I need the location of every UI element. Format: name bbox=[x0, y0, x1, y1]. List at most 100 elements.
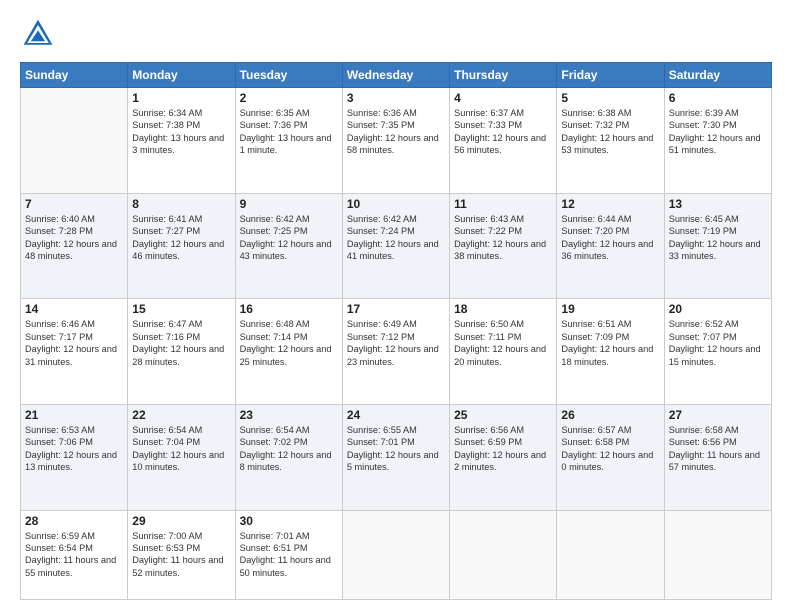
cell-content: Sunrise: 6:39 AMSunset: 7:30 PMDaylight:… bbox=[669, 107, 767, 157]
calendar-week-1: 1 Sunrise: 6:34 AMSunset: 7:38 PMDaylight… bbox=[21, 88, 772, 194]
day-number: 29 bbox=[132, 514, 230, 528]
day-number: 1 bbox=[132, 91, 230, 105]
day-number: 10 bbox=[347, 197, 445, 211]
cell-content: Sunrise: 6:37 AMSunset: 7:33 PMDaylight:… bbox=[454, 107, 552, 157]
calendar-cell: 18 Sunrise: 6:50 AMSunset: 7:11 PMDayligh… bbox=[450, 299, 557, 405]
day-number: 13 bbox=[669, 197, 767, 211]
day-number: 26 bbox=[561, 408, 659, 422]
day-number: 15 bbox=[132, 302, 230, 316]
calendar-cell: 21 Sunrise: 6:53 AMSunset: 7:06 PMDayligh… bbox=[21, 404, 128, 510]
calendar-week-4: 21 Sunrise: 6:53 AMSunset: 7:06 PMDayligh… bbox=[21, 404, 772, 510]
weekday-header-tuesday: Tuesday bbox=[235, 63, 342, 88]
day-number: 8 bbox=[132, 197, 230, 211]
calendar-cell: 11 Sunrise: 6:43 AMSunset: 7:22 PMDayligh… bbox=[450, 193, 557, 299]
weekday-header-friday: Friday bbox=[557, 63, 664, 88]
calendar-week-3: 14Sunrise: 6:46 AMSunset: 7:17 PMDayligh… bbox=[21, 299, 772, 405]
calendar-cell: 22 Sunrise: 6:54 AMSunset: 7:04 PMDayligh… bbox=[128, 404, 235, 510]
cell-content: Sunrise: 6:43 AMSunset: 7:22 PMDaylight:… bbox=[454, 213, 552, 263]
calendar-cell: 4 Sunrise: 6:37 AMSunset: 7:33 PMDaylight… bbox=[450, 88, 557, 194]
day-number: 18 bbox=[454, 302, 552, 316]
calendar-cell: 19 Sunrise: 6:51 AMSunset: 7:09 PMDayligh… bbox=[557, 299, 664, 405]
day-number: 23 bbox=[240, 408, 338, 422]
day-number: 7 bbox=[25, 197, 123, 211]
day-number: 3 bbox=[347, 91, 445, 105]
calendar-cell: 12Sunrise: 6:44 AMSunset: 7:20 PMDayligh… bbox=[557, 193, 664, 299]
day-number: 21 bbox=[25, 408, 123, 422]
day-number: 5 bbox=[561, 91, 659, 105]
cell-content: Sunrise: 6:58 AMSunset: 6:56 PMDaylight:… bbox=[669, 424, 767, 474]
cell-content: Sunrise: 6:45 AMSunset: 7:19 PMDaylight:… bbox=[669, 213, 767, 263]
calendar-table: SundayMondayTuesdayWednesdayThursdayFrid… bbox=[20, 62, 772, 600]
header-row: SundayMondayTuesdayWednesdayThursdayFrid… bbox=[21, 63, 772, 88]
calendar-cell: 25 Sunrise: 6:56 AMSunset: 6:59 PMDayligh… bbox=[450, 404, 557, 510]
weekday-header-wednesday: Wednesday bbox=[342, 63, 449, 88]
header bbox=[20, 16, 772, 52]
calendar-cell bbox=[342, 510, 449, 599]
calendar-cell bbox=[664, 510, 771, 599]
cell-content: Sunrise: 6:42 AMSunset: 7:24 PMDaylight:… bbox=[347, 213, 445, 263]
cell-content: Sunrise: 6:56 AMSunset: 6:59 PMDaylight:… bbox=[454, 424, 552, 474]
calendar-cell: 26 Sunrise: 6:57 AMSunset: 6:58 PMDayligh… bbox=[557, 404, 664, 510]
logo-icon bbox=[20, 16, 56, 52]
calendar-cell: 6 Sunrise: 6:39 AMSunset: 7:30 PMDaylight… bbox=[664, 88, 771, 194]
cell-content: Sunrise: 6:41 AMSunset: 7:27 PMDaylight:… bbox=[132, 213, 230, 263]
calendar-cell: 16 Sunrise: 6:48 AMSunset: 7:14 PMDayligh… bbox=[235, 299, 342, 405]
calendar-cell: 5 Sunrise: 6:38 AMSunset: 7:32 PMDaylight… bbox=[557, 88, 664, 194]
day-number: 27 bbox=[669, 408, 767, 422]
calendar-cell: 20Sunrise: 6:52 AMSunset: 7:07 PMDayligh… bbox=[664, 299, 771, 405]
page: SundayMondayTuesdayWednesdayThursdayFrid… bbox=[0, 0, 792, 612]
cell-content: Sunrise: 7:01 AMSunset: 6:51 PMDaylight:… bbox=[240, 530, 338, 580]
cell-content: Sunrise: 6:36 AMSunset: 7:35 PMDaylight:… bbox=[347, 107, 445, 157]
calendar-cell: 13 Sunrise: 6:45 AMSunset: 7:19 PMDayligh… bbox=[664, 193, 771, 299]
cell-content: Sunrise: 6:34 AMSunset: 7:38 PMDaylight:… bbox=[132, 107, 230, 157]
cell-content: Sunrise: 6:42 AMSunset: 7:25 PMDaylight:… bbox=[240, 213, 338, 263]
day-number: 11 bbox=[454, 197, 552, 211]
day-number: 6 bbox=[669, 91, 767, 105]
day-number: 4 bbox=[454, 91, 552, 105]
cell-content: Sunrise: 6:55 AMSunset: 7:01 PMDaylight:… bbox=[347, 424, 445, 474]
calendar-week-5: 28Sunrise: 6:59 AMSunset: 6:54 PMDayligh… bbox=[21, 510, 772, 599]
day-number: 16 bbox=[240, 302, 338, 316]
calendar-cell: 17Sunrise: 6:49 AMSunset: 7:12 PMDayligh… bbox=[342, 299, 449, 405]
calendar-cell: 27 Sunrise: 6:58 AMSunset: 6:56 PMDayligh… bbox=[664, 404, 771, 510]
logo bbox=[20, 16, 60, 52]
weekday-header-thursday: Thursday bbox=[450, 63, 557, 88]
day-number: 9 bbox=[240, 197, 338, 211]
calendar-cell: 8 Sunrise: 6:41 AMSunset: 7:27 PMDaylight… bbox=[128, 193, 235, 299]
weekday-header-sunday: Sunday bbox=[21, 63, 128, 88]
calendar-cell: 29 Sunrise: 7:00 AMSunset: 6:53 PMDayligh… bbox=[128, 510, 235, 599]
calendar-cell: 2 Sunrise: 6:35 AMSunset: 7:36 PMDaylight… bbox=[235, 88, 342, 194]
calendar-cell: 14Sunrise: 6:46 AMSunset: 7:17 PMDayligh… bbox=[21, 299, 128, 405]
cell-content: Sunrise: 6:44 AMSunset: 7:20 PMDaylight:… bbox=[561, 213, 659, 263]
cell-content: Sunrise: 6:59 AMSunset: 6:54 PMDaylight:… bbox=[25, 530, 123, 580]
day-number: 24 bbox=[347, 408, 445, 422]
day-number: 19 bbox=[561, 302, 659, 316]
day-number: 2 bbox=[240, 91, 338, 105]
cell-content: Sunrise: 6:57 AMSunset: 6:58 PMDaylight:… bbox=[561, 424, 659, 474]
calendar-week-2: 7 Sunrise: 6:40 AMSunset: 7:28 PMDaylight… bbox=[21, 193, 772, 299]
cell-content: Sunrise: 6:35 AMSunset: 7:36 PMDaylight:… bbox=[240, 107, 338, 157]
cell-content: Sunrise: 6:47 AMSunset: 7:16 PMDaylight:… bbox=[132, 318, 230, 368]
cell-content: Sunrise: 6:48 AMSunset: 7:14 PMDaylight:… bbox=[240, 318, 338, 368]
calendar-cell: 23Sunrise: 6:54 AMSunset: 7:02 PMDayligh… bbox=[235, 404, 342, 510]
weekday-header-saturday: Saturday bbox=[664, 63, 771, 88]
day-number: 25 bbox=[454, 408, 552, 422]
calendar-cell: 24 Sunrise: 6:55 AMSunset: 7:01 PMDayligh… bbox=[342, 404, 449, 510]
cell-content: Sunrise: 6:40 AMSunset: 7:28 PMDaylight:… bbox=[25, 213, 123, 263]
calendar-cell bbox=[21, 88, 128, 194]
cell-content: Sunrise: 7:00 AMSunset: 6:53 PMDaylight:… bbox=[132, 530, 230, 580]
day-number: 20 bbox=[669, 302, 767, 316]
calendar-cell: 10 Sunrise: 6:42 AMSunset: 7:24 PMDayligh… bbox=[342, 193, 449, 299]
cell-content: Sunrise: 6:54 AMSunset: 7:04 PMDaylight:… bbox=[132, 424, 230, 474]
calendar-cell bbox=[557, 510, 664, 599]
day-number: 22 bbox=[132, 408, 230, 422]
calendar-cell: 15 Sunrise: 6:47 AMSunset: 7:16 PMDayligh… bbox=[128, 299, 235, 405]
calendar-cell: 9 Sunrise: 6:42 AMSunset: 7:25 PMDaylight… bbox=[235, 193, 342, 299]
cell-content: Sunrise: 6:49 AMSunset: 7:12 PMDaylight:… bbox=[347, 318, 445, 368]
cell-content: Sunrise: 6:51 AMSunset: 7:09 PMDaylight:… bbox=[561, 318, 659, 368]
cell-content: Sunrise: 6:50 AMSunset: 7:11 PMDaylight:… bbox=[454, 318, 552, 368]
cell-content: Sunrise: 6:53 AMSunset: 7:06 PMDaylight:… bbox=[25, 424, 123, 474]
cell-content: Sunrise: 6:38 AMSunset: 7:32 PMDaylight:… bbox=[561, 107, 659, 157]
calendar-cell: 28Sunrise: 6:59 AMSunset: 6:54 PMDayligh… bbox=[21, 510, 128, 599]
cell-content: Sunrise: 6:46 AMSunset: 7:17 PMDaylight:… bbox=[25, 318, 123, 368]
